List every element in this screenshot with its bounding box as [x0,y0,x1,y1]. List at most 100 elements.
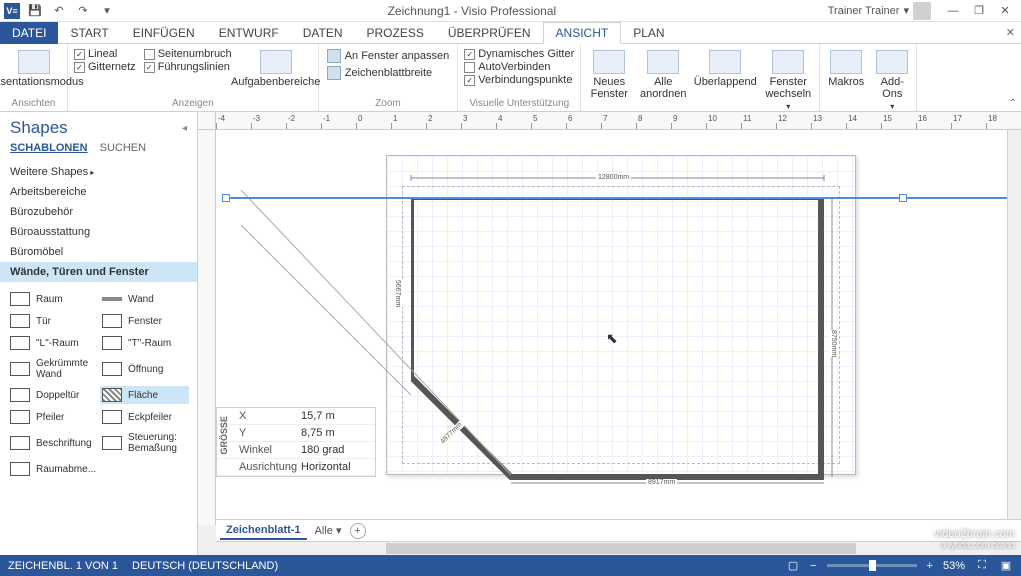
tab-daten[interactable]: DATEN [291,22,355,44]
dynamisches-gitter-checkbox[interactable]: ✓Dynamisches Gitter [464,48,574,60]
autoverbinden-checkbox[interactable]: AutoVerbinden [464,61,574,73]
seitenumbruch-checkbox[interactable]: Seitenumbruch [144,48,232,60]
tab-plan[interactable]: PLAN [621,22,676,44]
shape-gekruemmte-wand[interactable]: Gekrümmte Wand [8,356,98,382]
shape-doppeltuer[interactable]: Doppeltür [8,386,98,404]
tab-schablonen[interactable]: SCHABLONEN [10,142,88,154]
taskpane-icon [260,50,292,74]
ruler-corner [198,112,216,130]
fenster-wechseln-button[interactable]: Fenster wechseln▾ [763,46,813,111]
cat-bueromoebel[interactable]: Büromöbel [10,242,187,262]
praesentationsmodus-button[interactable]: Präsentationsmodus [6,46,61,88]
watermark: video2brain.com a lynda.com brand [934,528,1015,550]
shape-pfeiler[interactable]: Pfeiler [8,408,98,426]
shape-beschriftung[interactable]: Beschriftung [8,430,98,456]
shape-steuerung[interactable]: Steuerung: Bemaßung [100,430,189,456]
cat-buerozubehoer[interactable]: Bürozubehör [10,202,187,222]
size-info-box: GRÖSSE X15,7 m Y8,75 m Winkel180 grad Au… [216,407,376,477]
ribbon-tabs: DATEI START EINFÜGEN ENTWURF DATEN PROZE… [0,22,1021,44]
status-page[interactable]: ZEICHENBL. 1 VON 1 [8,560,118,572]
add-sheet-button[interactable]: + [350,523,366,539]
macro-record-icon[interactable]: ▢ [786,559,800,573]
close-doc-button[interactable]: ✕ [1006,26,1021,39]
tab-entwurf[interactable]: ENTWURF [207,22,291,44]
fuehrungslinien-checkbox[interactable]: ✓Führungslinien [144,61,232,73]
shape-eckpfeiler[interactable]: Eckpfeiler [100,408,189,426]
ruler-horizontal: -4-3-2-10123456789101112131415161718 [216,112,1021,130]
qat-more[interactable]: ▾ [98,2,116,20]
aufgabenbereiche-button[interactable]: Aufgabenbereiche [240,46,312,88]
collapse-ribbon-icon[interactable]: ⌃ [1009,98,1017,109]
dim-top: 12800mm [596,174,631,181]
status-bar: ZEICHENBL. 1 VON 1 DEUTSCH (DEUTSCHLAND)… [0,555,1021,576]
shape-oeffnung[interactable]: Öffnung [100,356,189,382]
zoom-level[interactable]: 53% [943,560,965,572]
canvas-area[interactable]: -4-3-2-10123456789101112131415161718 [198,112,1021,555]
switch-window-icon [772,50,804,74]
shape-raumabme[interactable]: Raumabme... [8,460,98,478]
tab-prozess[interactable]: PROZESS [354,22,435,44]
presentation-icon [18,50,50,74]
selection-guide[interactable] [226,197,1007,199]
shape-flaeche[interactable]: Fläche [100,386,189,404]
addons-icon [876,50,908,74]
cat-waende[interactable]: Wände, Türen und Fenster [0,262,197,282]
redo-button[interactable]: ↷ [74,2,92,20]
tab-datei[interactable]: DATEI [0,22,58,44]
macros-icon [830,50,862,74]
undo-button[interactable]: ↶ [50,2,68,20]
fit-page-icon[interactable]: ⛶ [975,559,989,573]
sheet-tab-1[interactable]: Zeichenblatt-1 [220,522,307,540]
zeichenblattbreite-button[interactable]: Zeichenblattbreite [325,65,452,81]
gitternetz-checkbox[interactable]: ✓Gitternetz [74,61,136,73]
user-dropdown-icon[interactable]: ▾ [903,4,909,17]
shape-tuer[interactable]: Tür [8,312,98,330]
shape-fenster[interactable]: Fenster [100,312,189,330]
group-zoom-label: Zoom [325,96,452,111]
sheet-tabs: Zeichenblatt-1 Alle ▾ + [216,519,1021,541]
dim-right: 8750mm [828,330,839,357]
weitere-shapes[interactable]: Weitere Shapes [10,162,187,182]
zoom-slider[interactable] [827,564,917,567]
guide-handle-left[interactable] [222,194,230,202]
alle-anordnen-button[interactable]: Alle anordnen [639,46,687,100]
room-shape[interactable] [411,197,841,487]
sheet-all-dropdown[interactable]: Alle ▾ [315,524,342,537]
tab-ueberpruefen[interactable]: ÜBERPRÜFEN [436,22,543,44]
shape-t-raum[interactable]: "T"-Raum [100,334,189,352]
shape-wand[interactable]: Wand [100,290,189,308]
tab-start[interactable]: START [58,22,120,44]
horizontal-scrollbar[interactable] [216,541,1021,555]
guide-handle-right[interactable] [899,194,907,202]
anfenster-button[interactable]: An Fenster anpassen [325,48,452,64]
cat-bueroausstattung[interactable]: Büroausstattung [10,222,187,242]
status-language[interactable]: DEUTSCH (DEUTSCHLAND) [132,560,278,572]
fullscreen-icon[interactable]: ▣ [999,559,1013,573]
neues-fenster-button[interactable]: Neues Fenster [587,46,631,100]
user-name[interactable]: Trainer Trainer [828,5,900,17]
makros-button[interactable]: Makros [826,46,866,88]
ueberlappend-button[interactable]: Überlappend [695,46,755,88]
lineal-checkbox[interactable]: ✓Lineal [74,48,136,60]
tab-ansicht[interactable]: ANSICHT [543,22,622,44]
save-button[interactable]: 💾 [26,2,44,20]
tab-einfuegen[interactable]: EINFÜGEN [121,22,207,44]
zoom-out-button[interactable]: − [810,560,816,572]
vertical-scrollbar[interactable] [1007,130,1021,525]
tab-suchen[interactable]: SUCHEN [100,142,146,154]
shape-raum[interactable]: Raum [8,290,98,308]
page-width-icon [327,66,341,80]
restore-button[interactable]: ❐ [967,1,991,21]
shapes-collapse-icon[interactable]: ◂ [182,123,187,134]
cat-arbeitsbereiche[interactable]: Arbeitsbereiche [10,182,187,202]
info-box-title: GRÖSSE [219,416,229,455]
close-button[interactable]: ✕ [993,1,1017,21]
zoom-in-button[interactable]: + [927,560,933,572]
ruler-vertical [198,130,216,525]
avatar[interactable] [913,2,931,20]
ribbon: Präsentationsmodus Ansichten ✓Lineal ✓Gi… [0,44,1021,112]
minimize-button[interactable]: — [941,1,965,21]
verbindungspunkte-checkbox[interactable]: ✓Verbindungspunkte [464,74,574,86]
shape-l-raum[interactable]: "L"-Raum [8,334,98,352]
addons-button[interactable]: Add-Ons▾ [874,46,910,111]
